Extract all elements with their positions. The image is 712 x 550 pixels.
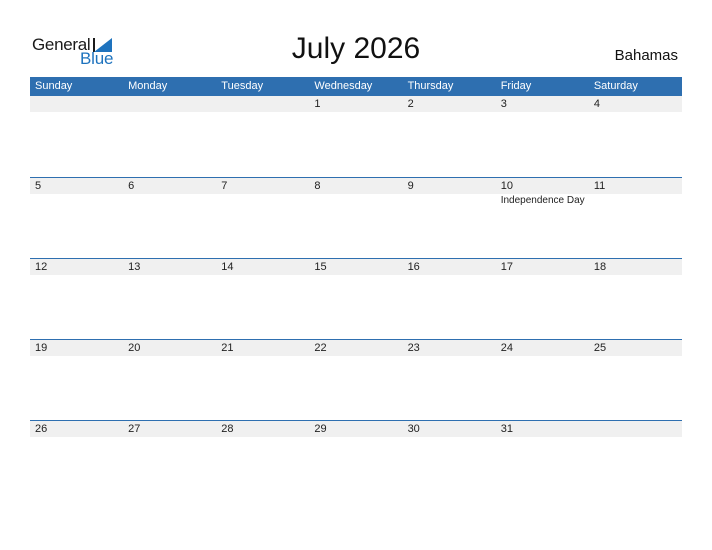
day-number: 27 bbox=[128, 423, 141, 435]
weekday-wednesday: Wednesday bbox=[314, 80, 373, 92]
holiday-label bbox=[216, 437, 309, 438]
day-number: 29 bbox=[314, 423, 327, 435]
weekday-monday: Monday bbox=[128, 80, 168, 92]
holiday-label bbox=[123, 194, 216, 206]
day-number: 23 bbox=[407, 342, 420, 354]
holiday-label bbox=[30, 356, 123, 357]
holiday-label bbox=[496, 437, 589, 438]
holiday-label bbox=[216, 356, 309, 357]
holiday-label bbox=[309, 275, 402, 276]
date-strip: 26 27 28 29 30 31 bbox=[30, 421, 682, 437]
events-row bbox=[30, 275, 682, 276]
weekday-tuesday: Tuesday bbox=[221, 80, 264, 92]
holiday-label bbox=[216, 275, 309, 276]
day-number: 6 bbox=[128, 180, 135, 192]
day-number: 12 bbox=[35, 261, 48, 273]
day-number bbox=[589, 421, 682, 437]
holiday-label bbox=[309, 112, 402, 113]
day-number: 21 bbox=[221, 342, 234, 354]
holiday-label bbox=[589, 356, 682, 357]
day-number: 19 bbox=[35, 342, 48, 354]
calendar-grid: Sunday Monday Tuesday Wednesday Thursday… bbox=[30, 77, 682, 501]
day-number: 15 bbox=[314, 261, 327, 273]
holiday-label bbox=[589, 194, 682, 206]
week-row: 26 27 28 29 30 31 bbox=[30, 420, 682, 501]
day-number: 25 bbox=[593, 342, 607, 354]
day-number: 31 bbox=[500, 423, 513, 435]
day-number: 24 bbox=[500, 342, 513, 354]
day-number: 17 bbox=[500, 261, 513, 273]
day-number: 13 bbox=[128, 261, 141, 273]
day-number: 22 bbox=[314, 342, 327, 354]
holiday-label bbox=[589, 437, 682, 438]
week-row: 5 6 7 8 9 10 11 Independence Day bbox=[30, 177, 682, 258]
week-row: 1 2 3 4 bbox=[30, 96, 682, 177]
day-number: 16 bbox=[407, 261, 420, 273]
day-number: 8 bbox=[314, 180, 321, 192]
events-row bbox=[30, 112, 682, 113]
day-number: 18 bbox=[593, 261, 607, 273]
day-number: 30 bbox=[407, 423, 420, 435]
holiday-label bbox=[30, 437, 123, 438]
day-number: 3 bbox=[500, 98, 507, 110]
holiday-label bbox=[403, 112, 496, 113]
day-number: 28 bbox=[221, 423, 234, 435]
day-number: 1 bbox=[314, 98, 321, 110]
calendar-title: July 2026 bbox=[291, 32, 421, 65]
holiday-label bbox=[403, 194, 496, 206]
day-number: 9 bbox=[407, 180, 414, 192]
day-number: 7 bbox=[221, 180, 228, 192]
holiday-label bbox=[309, 194, 402, 206]
week-row: 12 13 14 15 16 17 18 bbox=[30, 258, 682, 339]
holiday-label bbox=[123, 437, 216, 438]
day-number: 26 bbox=[35, 423, 48, 435]
day-number bbox=[30, 96, 123, 112]
day-number: 20 bbox=[128, 342, 141, 354]
date-strip: 12 13 14 15 16 17 18 bbox=[30, 259, 682, 275]
events-row bbox=[30, 356, 682, 357]
events-row bbox=[30, 437, 682, 438]
holiday-label bbox=[496, 356, 589, 357]
weekday-sunday: Sunday bbox=[35, 80, 73, 92]
date-strip: 19 20 21 22 23 24 25 bbox=[30, 340, 682, 356]
holiday-label bbox=[496, 275, 589, 276]
holiday-label bbox=[403, 275, 496, 276]
date-strip: 1 2 3 4 bbox=[30, 96, 682, 112]
day-number: 11 bbox=[593, 180, 606, 192]
holiday-label bbox=[309, 356, 402, 357]
weekday-friday: Friday bbox=[500, 80, 532, 92]
holiday-label bbox=[216, 112, 309, 113]
day-number: 5 bbox=[35, 180, 42, 192]
holiday-label bbox=[216, 194, 309, 206]
holiday-label bbox=[123, 275, 216, 276]
day-number: 14 bbox=[221, 261, 234, 273]
holiday-label bbox=[309, 437, 402, 438]
day-number bbox=[216, 96, 309, 112]
holiday-label bbox=[30, 112, 123, 113]
holiday-label bbox=[403, 437, 496, 438]
holiday-label bbox=[123, 356, 216, 357]
day-number: 4 bbox=[593, 98, 600, 110]
day-number: 10 bbox=[500, 180, 513, 192]
date-strip: 5 6 7 8 9 10 11 bbox=[30, 178, 682, 194]
holiday-label bbox=[589, 275, 682, 276]
holiday-label: Independence Day bbox=[500, 195, 585, 206]
events-row: Independence Day bbox=[30, 194, 682, 206]
weekday-thursday: Thursday bbox=[407, 80, 454, 92]
holiday-label bbox=[496, 112, 589, 113]
week-row: 19 20 21 22 23 24 25 bbox=[30, 339, 682, 420]
holiday-label bbox=[589, 112, 682, 113]
holiday-label bbox=[30, 275, 123, 276]
weekday-saturday: Saturday bbox=[593, 80, 638, 92]
holiday-label bbox=[403, 356, 496, 357]
day-number: 2 bbox=[407, 98, 414, 110]
country-label: Bahamas bbox=[614, 47, 678, 64]
holiday-label bbox=[123, 112, 216, 113]
day-number bbox=[123, 96, 216, 112]
weekday-header: Sunday Monday Tuesday Wednesday Thursday… bbox=[30, 77, 682, 96]
holiday-label bbox=[30, 194, 123, 206]
